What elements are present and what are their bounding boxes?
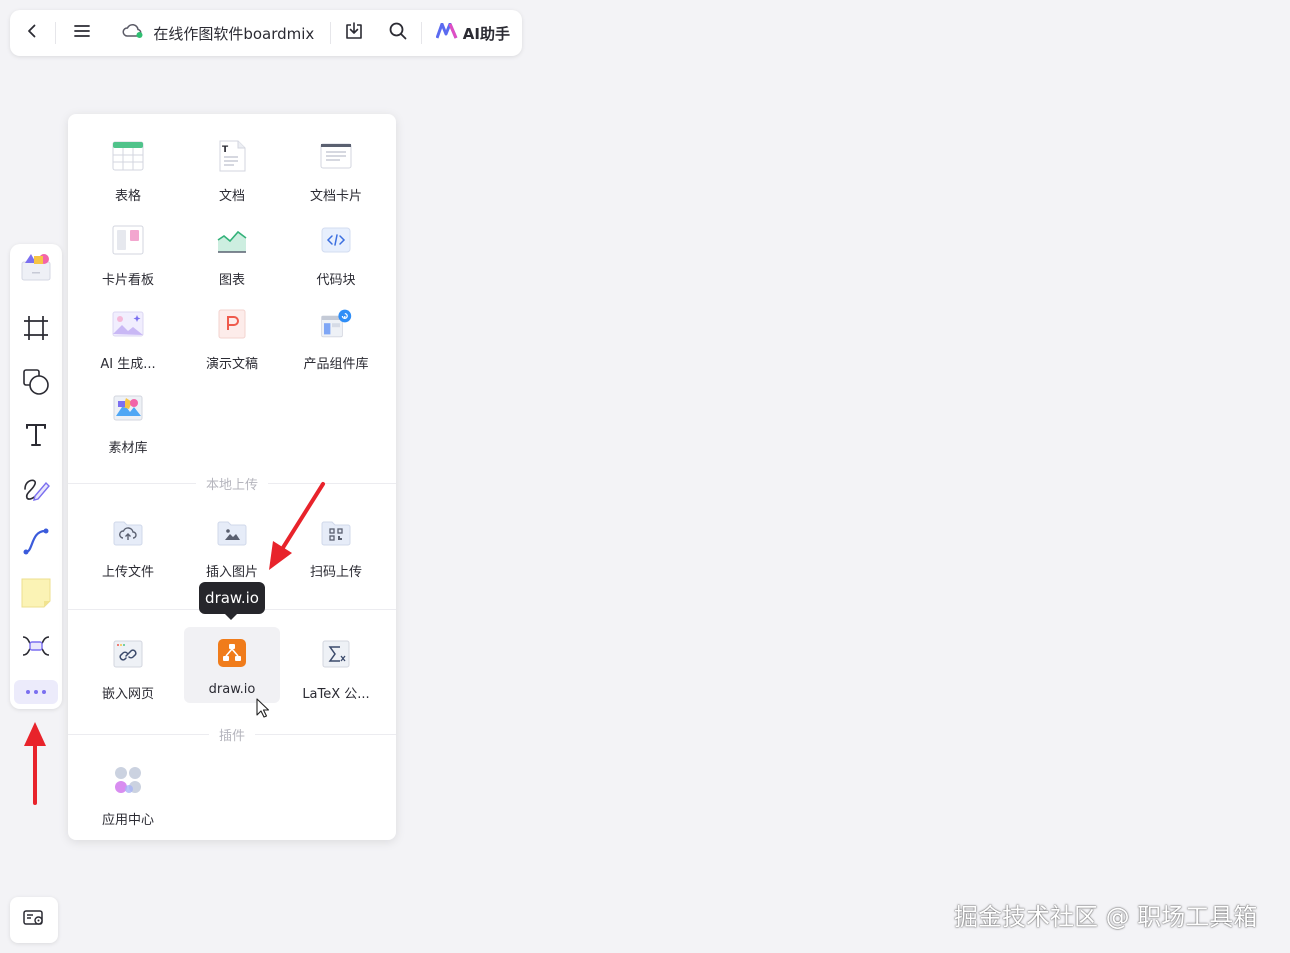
insert-drawio[interactable]: draw.io bbox=[184, 627, 280, 703]
insert-image[interactable]: 插入图片 bbox=[184, 506, 280, 582]
section-plugins-title: 插件 bbox=[208, 729, 255, 744]
insert-latex-label: LaTeX 公... bbox=[302, 687, 370, 702]
ai-assistant-label: AI助手 bbox=[462, 24, 510, 43]
app-center[interactable]: 应用中心 bbox=[80, 754, 176, 830]
insert-product-components-label: 产品组件库 bbox=[303, 357, 369, 372]
insert-doc-card-label: 文档卡片 bbox=[309, 189, 362, 204]
doc-card-icon bbox=[320, 140, 352, 172]
left-toolbar bbox=[10, 244, 62, 709]
hamburger-menu-icon bbox=[73, 23, 91, 43]
text-icon bbox=[23, 422, 49, 452]
insert-latex[interactable]: LaTeX 公... bbox=[288, 628, 384, 704]
ai-assistant-button[interactable]: AI助手 bbox=[422, 22, 522, 44]
asset-library-icon bbox=[112, 392, 144, 424]
chart-icon bbox=[216, 224, 248, 256]
section-local-upload-title: 本地上传 bbox=[195, 478, 268, 493]
templates-icon bbox=[20, 250, 52, 286]
watermark: 掘金技术社区 @ 职场工具箱 bbox=[954, 903, 1258, 931]
embed-webpage[interactable]: 嵌入网页 bbox=[80, 628, 176, 704]
link-icon bbox=[112, 638, 144, 670]
download-button[interactable] bbox=[331, 10, 376, 56]
connector-tool-button[interactable] bbox=[16, 523, 56, 563]
frame-tool-button[interactable] bbox=[16, 310, 56, 350]
insert-chart-label: 图表 bbox=[218, 273, 245, 288]
mindmap-tool-button[interactable] bbox=[16, 628, 56, 668]
insert-asset-library-label: 素材库 bbox=[108, 441, 148, 456]
insert-kanban-label: 卡片看板 bbox=[101, 273, 154, 288]
insert-doc-card[interactable]: 文档卡片 bbox=[288, 130, 384, 206]
app-center-icon bbox=[112, 764, 144, 796]
upload-file-icon bbox=[112, 516, 144, 548]
text-tool-button[interactable] bbox=[16, 417, 56, 457]
image-icon bbox=[216, 516, 248, 548]
svg-text:T: T bbox=[222, 145, 229, 155]
insert-asset-library[interactable]: 素材库 bbox=[80, 382, 176, 458]
component-library-icon bbox=[320, 308, 352, 340]
sticky-note-icon bbox=[20, 577, 52, 613]
table-icon bbox=[112, 140, 144, 172]
insert-kanban[interactable]: 卡片看板 bbox=[80, 214, 176, 290]
file-title: 在线作图软件boardmix bbox=[153, 24, 315, 43]
insert-presentation-label: 演示文稿 bbox=[205, 357, 258, 372]
insert-image-label: 插入图片 bbox=[205, 565, 258, 580]
search-icon bbox=[388, 21, 408, 45]
insert-product-components[interactable]: 产品组件库 bbox=[288, 298, 384, 374]
sticky-note-button[interactable] bbox=[16, 575, 56, 615]
pen-tool-button[interactable] bbox=[16, 470, 56, 510]
ai-image-icon bbox=[112, 308, 144, 340]
more-icon bbox=[26, 690, 30, 694]
insert-ai-generate-label: AI 生成... bbox=[100, 357, 156, 372]
connector-icon bbox=[21, 526, 51, 560]
embed-webpage-label: 嵌入网页 bbox=[101, 687, 154, 702]
back-button[interactable] bbox=[10, 10, 55, 56]
kanban-icon bbox=[112, 224, 144, 256]
app-center-label: 应用中心 bbox=[101, 813, 154, 828]
document-icon: T bbox=[216, 140, 248, 172]
minimap-button[interactable] bbox=[10, 897, 58, 943]
frame-icon bbox=[22, 314, 50, 346]
insert-chart[interactable]: 图表 bbox=[184, 214, 280, 290]
menu-button[interactable] bbox=[56, 10, 109, 56]
insert-code-block[interactable]: 代码块 bbox=[288, 214, 384, 290]
chevron-left-icon bbox=[24, 23, 40, 43]
scan-upload[interactable]: 扫码上传 bbox=[288, 506, 384, 582]
insert-table[interactable]: 表格 bbox=[80, 130, 176, 206]
presentation-icon bbox=[216, 308, 248, 340]
insert-presentation[interactable]: 演示文稿 bbox=[184, 298, 280, 374]
insert-table-label: 表格 bbox=[114, 189, 141, 204]
scan-upload-label: 扫码上传 bbox=[309, 565, 362, 580]
insert-code-block-label: 代码块 bbox=[316, 273, 356, 288]
insert-doc[interactable]: T 文档 bbox=[184, 130, 280, 206]
cloud-synced-icon bbox=[122, 23, 144, 43]
download-icon bbox=[344, 21, 364, 45]
code-block-icon bbox=[320, 224, 352, 256]
insert-drawio-label: draw.io bbox=[208, 682, 256, 697]
upload-file-label: 上传文件 bbox=[101, 565, 154, 580]
shape-tool-button[interactable] bbox=[16, 364, 56, 404]
file-title-area[interactable]: 在线作图软件boardmix bbox=[108, 23, 330, 44]
latex-formula-icon bbox=[320, 638, 352, 670]
mindmap-icon bbox=[21, 631, 51, 665]
red-arrow-to-more bbox=[24, 722, 46, 805]
minimap-icon bbox=[23, 909, 45, 931]
qr-code-icon bbox=[320, 516, 352, 548]
ai-logo-icon bbox=[435, 22, 458, 43]
shape-icon bbox=[21, 367, 51, 401]
more-tools-button[interactable] bbox=[14, 680, 58, 704]
more-icon-dot bbox=[34, 690, 38, 694]
search-button[interactable] bbox=[376, 10, 421, 56]
pen-icon bbox=[21, 473, 51, 507]
templates-button[interactable] bbox=[16, 248, 56, 288]
section-local-upload: 本地上传 bbox=[68, 474, 396, 493]
insert-ai-generate[interactable]: AI 生成... bbox=[80, 298, 176, 374]
more-icon-dot bbox=[42, 690, 46, 694]
upload-file[interactable]: 上传文件 bbox=[80, 506, 176, 582]
insert-doc-label: 文档 bbox=[218, 189, 245, 204]
section-plugins: 插件 bbox=[68, 725, 396, 744]
top-toolbar: 在线作图软件boardmix AI助手 bbox=[10, 10, 522, 56]
drawio-tooltip: draw.io bbox=[199, 582, 265, 620]
insert-panel: 表格 T 文档 文档卡片 卡片看板 图表 代码块 AI 生成... 演示文稿 产… bbox=[68, 114, 396, 840]
drawio-icon bbox=[216, 637, 248, 669]
